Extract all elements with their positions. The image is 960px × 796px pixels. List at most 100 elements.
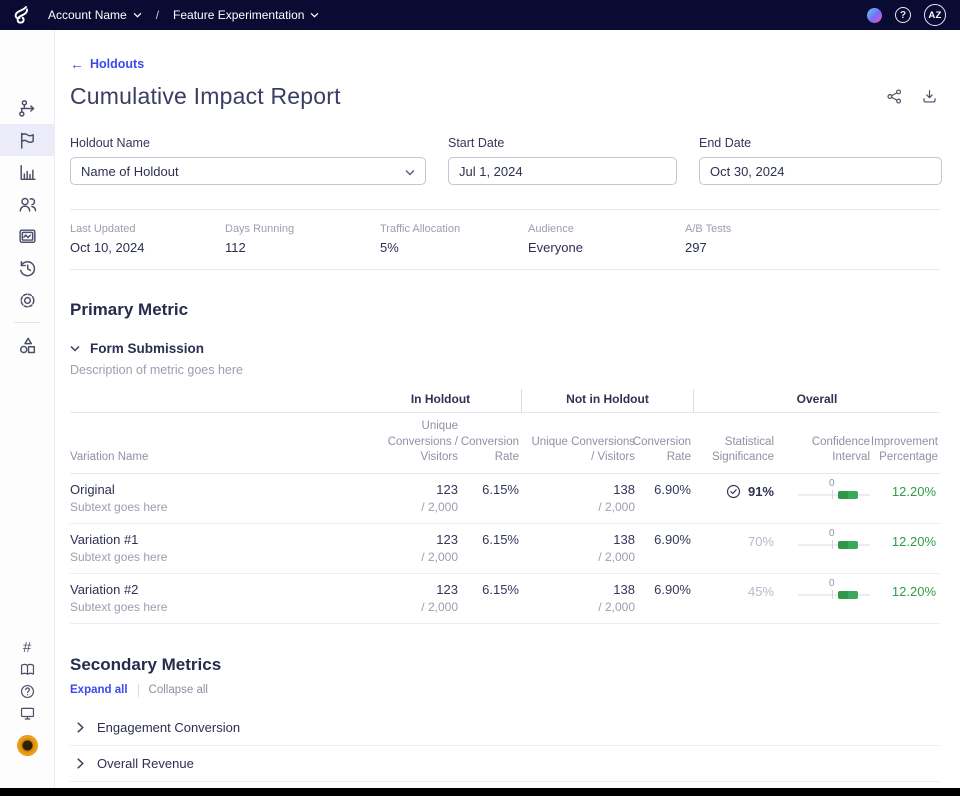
back-arrow-icon: ← [70, 57, 84, 71]
bar-chart-icon [17, 162, 38, 183]
variation-name: Variation #2 [70, 582, 358, 597]
bottom-bar [0, 788, 960, 796]
not-in-holdout-conversions: 138 [527, 482, 635, 497]
help-icon[interactable]: ? [895, 7, 911, 23]
primary-metric-toggle[interactable]: Form Submission [70, 341, 940, 356]
links-divider [138, 684, 139, 697]
improvement-percentage: 12.20% [872, 524, 940, 573]
left-sidebar: # [0, 30, 55, 788]
sidebar-item-reports[interactable] [0, 156, 54, 188]
holdout-name-select[interactable]: Name of Holdout [70, 157, 426, 185]
history-clock-icon [17, 258, 38, 279]
sidebar-item-shortcuts[interactable]: # [0, 636, 54, 658]
in-holdout-visitors: / 2,000 [366, 550, 458, 564]
confidence-interval-widget: 0 [798, 578, 870, 604]
meta-audience: Audience Everyone [528, 223, 685, 255]
back-link-label: Holdouts [90, 57, 144, 71]
group-in-holdout: In Holdout [360, 389, 521, 412]
variation-subtext: Subtext goes here [70, 600, 358, 614]
ci-range-box [838, 591, 858, 599]
ci-zero-label: 0 [829, 578, 835, 589]
assistant-orb-icon[interactable] [867, 8, 882, 23]
chevron-right-icon [77, 722, 84, 733]
sidebar-user-avatar[interactable] [0, 734, 54, 756]
ci-zero-tick [832, 490, 834, 499]
in-holdout-rate: 6.15% [466, 532, 519, 547]
group-not-in-holdout: Not in Holdout [521, 389, 693, 412]
back-to-holdouts-link[interactable]: ← Holdouts [70, 57, 144, 71]
in-holdout-visitors: / 2,000 [366, 500, 458, 514]
sidebar-item-desktop[interactable] [0, 702, 54, 724]
sidebar-item-history[interactable] [0, 252, 54, 284]
meta-traffic-allocation: Traffic Allocation 5% [380, 223, 528, 255]
sidebar-bottom-group: # [0, 636, 54, 756]
in-holdout-conversions: 123 [366, 582, 458, 597]
start-date-field: Start Date Jul 1, 2024 [448, 136, 677, 185]
not-in-holdout-rate: 6.90% [643, 582, 691, 597]
sidebar-item-rollouts[interactable] [0, 92, 54, 124]
col-in-rate: Conversion Rate [460, 413, 521, 473]
col-out-conversions: Unique Conversions / Visitors [521, 413, 637, 473]
account-menu[interactable]: Account Name [42, 8, 148, 22]
book-icon [19, 661, 36, 678]
start-date-value: Jul 1, 2024 [459, 164, 523, 179]
chevron-down-icon [70, 345, 80, 352]
expand-all-link[interactable]: Expand all [70, 684, 128, 696]
chevron-down-icon [310, 12, 319, 18]
end-date-field: End Date Oct 30, 2024 [699, 136, 942, 185]
improvement-percentage: 12.20% [872, 474, 940, 523]
end-date-input[interactable]: Oct 30, 2024 [699, 157, 942, 185]
meta-days-running: Days Running 112 [225, 223, 380, 255]
gear-icon [17, 290, 38, 311]
shapes-icon [17, 335, 38, 356]
confidence-interval-widget: 0 [798, 478, 870, 504]
sidebar-item-dashboard[interactable] [0, 220, 54, 252]
optimizely-logo-icon[interactable] [0, 0, 42, 30]
secondary-metric-label: Engagement Conversion [97, 720, 240, 735]
product-menu[interactable]: Feature Experimentation [167, 8, 325, 22]
chevron-down-icon [405, 164, 415, 179]
download-button[interactable] [919, 86, 940, 107]
start-date-input[interactable]: Jul 1, 2024 [448, 157, 677, 185]
sidebar-item-docs[interactable] [0, 658, 54, 680]
secondary-metric-item[interactable]: Overall Revenue [70, 746, 940, 782]
sidebar-item-audiences[interactable] [0, 188, 54, 220]
meta-last-updated: Last Updated Oct 10, 2024 [70, 223, 225, 255]
not-in-holdout-visitors: / 2,000 [527, 550, 635, 564]
check-circle-icon [726, 484, 741, 504]
people-icon [17, 194, 38, 215]
sidebar-item-flags[interactable] [0, 124, 54, 156]
secondary-metric-label: Overall Revenue [97, 756, 194, 771]
sunflower-avatar [17, 735, 38, 756]
primary-metric-heading: Primary Metric [70, 300, 940, 320]
holdout-name-label: Holdout Name [70, 136, 426, 150]
sidebar-item-help[interactable] [0, 680, 54, 702]
ci-zero-tick [832, 590, 834, 599]
hash-icon: # [23, 639, 31, 656]
in-holdout-rate: 6.15% [466, 482, 519, 497]
col-significance: Statistical Significance [693, 413, 776, 473]
share-button[interactable] [884, 86, 905, 107]
variation-name: Original [70, 482, 358, 497]
statistical-significance: 45% [693, 574, 776, 623]
significance-value: 91% [748, 484, 774, 499]
in-holdout-rate: 6.15% [466, 582, 519, 597]
rollout-flow-icon [17, 98, 38, 119]
variation-name: Variation #1 [70, 532, 358, 547]
user-avatar[interactable]: AZ [924, 4, 946, 26]
metric-description: Description of metric goes here [70, 363, 940, 377]
download-icon [921, 88, 938, 105]
not-in-holdout-visitors: / 2,000 [527, 500, 635, 514]
metric-name: Form Submission [90, 341, 204, 356]
start-date-label: Start Date [448, 136, 677, 150]
collapse-all-link[interactable]: Collapse all [149, 684, 208, 696]
chevron-right-icon [77, 758, 84, 769]
secondary-metric-item[interactable]: Engagement Conversion [70, 710, 940, 746]
significance-value: 70% [748, 534, 774, 549]
meta-ab-tests: A/B Tests 297 [685, 223, 731, 255]
sidebar-item-settings[interactable] [0, 284, 54, 316]
sidebar-item-integrations[interactable] [0, 329, 54, 361]
account-name: Account Name [48, 8, 127, 22]
variation-subtext: Subtext goes here [70, 500, 358, 514]
col-improvement: Improvement Percentage [872, 413, 940, 473]
